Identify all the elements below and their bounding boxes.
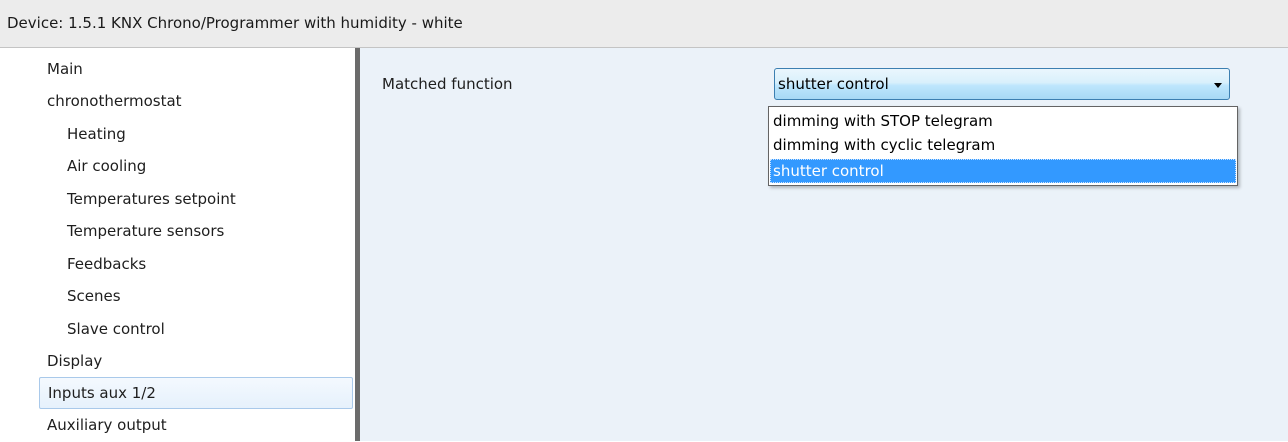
matched-function-label: Matched function [382, 75, 513, 93]
dropdown-list: dimming with STOP telegram dimming with … [768, 106, 1238, 186]
sidebar-item-display[interactable]: Display [47, 346, 102, 378]
device-title: Device: 1.5.1 KNX Chrono/Programmer with… [7, 14, 463, 32]
device-title-bar: Device: 1.5.1 KNX Chrono/Programmer with… [0, 0, 1288, 48]
sidebar-item-slave-control[interactable]: Slave control [67, 314, 165, 346]
dropdown-option-dimming-stop[interactable]: dimming with STOP telegram [770, 109, 1236, 133]
dropdown-option-dimming-cyclic[interactable]: dimming with cyclic telegram [770, 133, 1236, 157]
sidebar-item-feedbacks[interactable]: Feedbacks [67, 249, 146, 281]
parameter-panel: Matched function shutter control dimming… [360, 48, 1288, 441]
sidebar-item-inputs-aux[interactable]: Inputs aux 1/2 [39, 377, 353, 409]
parameter-tree: Main chronothermostat Heating Air coolin… [0, 48, 355, 441]
sidebar-item-temperatures-setpoint[interactable]: Temperatures setpoint [67, 184, 236, 216]
sidebar-item-scenes[interactable]: Scenes [67, 281, 121, 313]
sidebar-item-main[interactable]: Main [47, 54, 83, 86]
sidebar-item-temperature-sensors[interactable]: Temperature sensors [67, 216, 224, 248]
dropdown-selected-value: shutter control [778, 75, 889, 93]
sidebar-item-auxiliary-output[interactable]: Auxiliary output [47, 410, 167, 442]
sidebar-item-chronothermostat[interactable]: chronothermostat [47, 86, 182, 118]
sidebar-item-heating[interactable]: Heating [67, 119, 126, 151]
matched-function-dropdown[interactable]: shutter control [774, 68, 1230, 100]
chevron-down-icon[interactable] [1214, 83, 1222, 88]
sidebar-item-air-cooling[interactable]: Air cooling [67, 151, 146, 183]
dropdown-option-shutter-control[interactable]: shutter control [770, 159, 1236, 183]
